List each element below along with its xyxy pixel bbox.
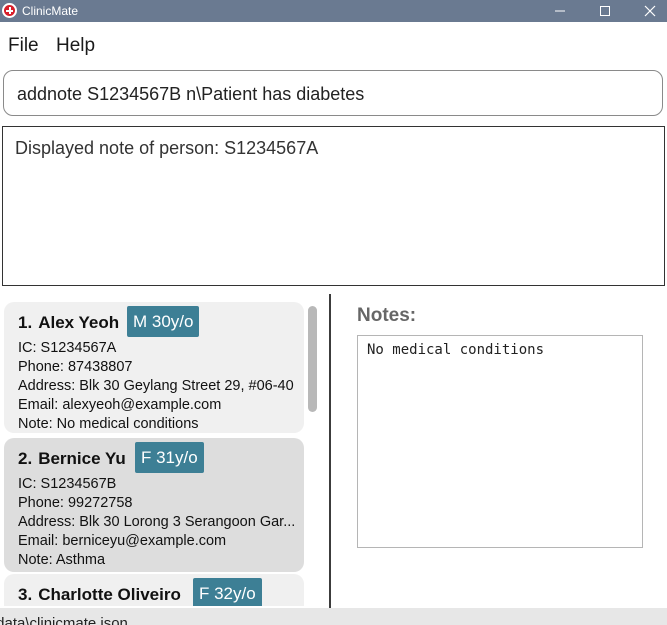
gender-age-badge: F 31y/o: [135, 442, 204, 473]
panel-divider[interactable]: [329, 294, 331, 608]
person-card[interactable]: 2. Bernice Yu F 31y/o IC: S1234567B Phone…: [4, 438, 304, 572]
result-display[interactable]: Displayed note of person: S1234567A: [2, 126, 665, 286]
status-bar: \data\clinicmate.json: [0, 608, 667, 625]
maximize-icon: [600, 6, 610, 16]
menu-file[interactable]: File: [8, 34, 39, 58]
gender-age-badge: M 30y/o: [127, 306, 200, 337]
window-title: ClinicMate: [22, 4, 79, 18]
person-ic: IC: S1234567B: [18, 476, 117, 492]
person-name-text: Alex Yeoh: [38, 313, 120, 332]
notes-heading: Notes:: [357, 305, 417, 326]
command-input-value: addnote S1234567B n\Patient has diabetes: [17, 84, 365, 104]
person-card[interactable]: 1. Alex Yeoh M 30y/o IC: S1234567A Phone:…: [4, 302, 304, 433]
person-name: 3. Charlotte Oliveiro: [18, 584, 181, 606]
close-button[interactable]: [627, 0, 667, 22]
gender-age-badge: F 32y/o: [193, 578, 262, 606]
menu-help[interactable]: Help: [56, 34, 95, 58]
command-input[interactable]: addnote S1234567B n\Patient has diabetes: [3, 70, 663, 116]
notes-textarea[interactable]: No medical conditions: [357, 335, 643, 548]
person-note: Note: Asthma: [18, 552, 106, 568]
person-name: 1. Alex Yeoh: [18, 312, 119, 334]
list-scrollbar[interactable]: [308, 306, 317, 412]
clinic-cross-icon: [2, 3, 17, 18]
close-icon: [644, 5, 656, 17]
person-list[interactable]: 1. Alex Yeoh M 30y/o IC: S1234567A Phone:…: [0, 294, 330, 606]
menu-bar: File Help: [0, 22, 667, 68]
maximize-button[interactable]: [582, 0, 628, 22]
person-email: Email: berniceyu@example.com: [18, 533, 227, 549]
person-address: Address: Blk 30 Geylang Street 29, #06-4…: [18, 378, 294, 394]
minimize-icon: [555, 10, 565, 12]
person-email: Email: alexyeoh@example.com: [18, 397, 222, 413]
person-address: Address: Blk 30 Lorong 3 Serangoon Gar..…: [18, 514, 296, 530]
person-index: 1.: [18, 313, 33, 332]
person-note: Note: No medical conditions: [18, 416, 199, 432]
person-card[interactable]: 3. Charlotte Oliveiro F 32y/o: [4, 574, 304, 606]
title-bar: ClinicMate: [0, 0, 667, 22]
notes-content: No medical conditions: [367, 342, 545, 358]
person-phone: Phone: 99272758: [18, 495, 133, 511]
person-phone: Phone: 87438807: [18, 359, 133, 375]
data-file-path: \data\clinicmate.json: [0, 615, 128, 625]
result-message: Displayed note of person: S1234567A: [15, 138, 319, 158]
minimize-button[interactable]: [537, 0, 583, 22]
person-index: 2.: [18, 449, 33, 468]
person-index: 3.: [18, 585, 33, 604]
person-name: 2. Bernice Yu: [18, 448, 126, 470]
person-ic: IC: S1234567A: [18, 340, 117, 356]
person-name-text: Charlotte Oliveiro: [38, 585, 181, 604]
person-name-text: Bernice Yu: [38, 449, 126, 468]
